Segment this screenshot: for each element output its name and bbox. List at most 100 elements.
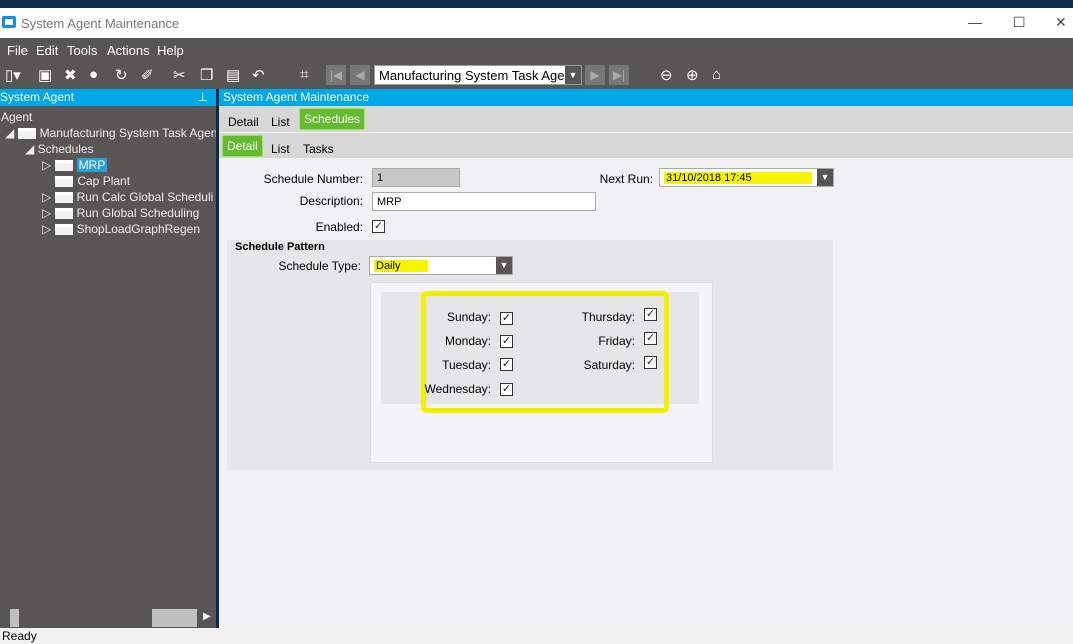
tree-root[interactable]: Agent [1, 110, 32, 124]
title-bar: System Agent Maintenance — ☐ ✕ [0, 8, 1073, 38]
first-record-button[interactable]: |◀ [326, 65, 346, 85]
home-icon[interactable]: ⌂ [712, 66, 721, 83]
menu-actions[interactable]: Actions [107, 43, 150, 58]
day-label-monday: Monday: [444, 334, 491, 348]
day-label-tuesday: Tuesday: [442, 358, 491, 372]
menu-file[interactable]: File [7, 43, 28, 58]
schedule-type-label: Schedule Type: [278, 259, 361, 273]
tree-label: MRP [76, 158, 108, 172]
top-band [0, 0, 1073, 8]
folder-icon [54, 160, 73, 172]
menu-help[interactable]: Help [157, 43, 184, 58]
left-panel: System Agent ⊥ Agent ◢ Manufacturing Syst… [0, 89, 221, 628]
tree-label: Run Global Scheduling [76, 206, 200, 220]
status-text: Ready [2, 629, 37, 643]
day-checkbox-friday[interactable]: ✓ [644, 332, 657, 345]
day-checkbox-wednesday[interactable]: ✓ [500, 383, 513, 396]
record-nav-combo[interactable]: Manufacturing System Task Agen ▼ [374, 65, 582, 85]
main-tabs: Detail List Schedules [219, 106, 1073, 132]
day-checkbox-saturday[interactable]: ✓ [644, 356, 657, 369]
prev-record-button[interactable]: ◀ [350, 65, 370, 85]
last-record-button[interactable]: ▶| [609, 65, 629, 85]
day-checkbox-tuesday[interactable]: ✓ [500, 358, 513, 371]
delete-icon[interactable]: ✖ [64, 66, 77, 84]
day-checkbox-monday[interactable]: ✓ [500, 335, 513, 348]
subtab-detail[interactable]: Detail [222, 135, 263, 157]
tree-item-cap-plant[interactable]: Cap Plant [42, 174, 130, 188]
subtab-list[interactable]: List [271, 142, 290, 156]
tree-agent[interactable]: ◢ Manufacturing System Task Agent [5, 126, 221, 140]
chevron-down-icon[interactable]: ▼ [496, 257, 512, 274]
folder-icon [54, 192, 73, 204]
scroll-thumb-left[interactable] [10, 609, 19, 627]
next-run-value: 31/10/2018 17:45 [664, 172, 812, 184]
schedule-type-select[interactable]: Daily ▼ [369, 256, 513, 275]
enabled-checkbox[interactable]: ✓ [372, 220, 385, 233]
schedule-number-field: 1 [372, 168, 460, 187]
forward-icon[interactable]: ⊕ [686, 66, 699, 84]
right-panel: System Agent Maintenance Detail List Sch… [219, 89, 1073, 628]
record-nav-value: Manufacturing System Task Agen [379, 68, 572, 83]
next-record-button[interactable]: ▶ [585, 65, 605, 85]
refresh-icon[interactable]: ↻ [115, 66, 128, 84]
window-title: System Agent Maintenance [21, 16, 180, 31]
tree-label: Cap Plant [77, 174, 131, 188]
next-run-field[interactable]: 31/10/2018 17:45 ▼ [659, 168, 834, 187]
back-icon[interactable]: ⊖ [660, 66, 673, 84]
schedule-pattern-title: Schedule Pattern [235, 241, 325, 253]
tree-item-shopload[interactable]: ▷ ShopLoadGraphRegen [42, 222, 200, 236]
copy-icon[interactable]: ❐ [200, 66, 213, 84]
tree-label: ShopLoadGraphRegen [76, 222, 200, 236]
description-label: Description: [299, 194, 363, 208]
comment-icon[interactable]: ● [89, 66, 98, 83]
tree-item-run-global[interactable]: ▷ Run Global Scheduling [42, 206, 199, 220]
tree-label: Run Calc Global Scheduli [76, 190, 214, 204]
menu-bar: File Edit Tools Actions Help [0, 38, 1073, 62]
undo-icon[interactable]: ↶ [252, 66, 265, 84]
left-panel-header: System Agent ⊥ [0, 89, 216, 106]
clear-icon[interactable]: ✐ [141, 66, 154, 84]
tree-item-mrp[interactable]: ▷ MRP [42, 158, 108, 172]
tree-schedules[interactable]: ◢ Schedules [25, 142, 94, 156]
cut-icon[interactable]: ✂ [173, 66, 186, 84]
tree-label: Schedules [37, 142, 94, 156]
scroll-right-icon[interactable]: ▶ [203, 611, 211, 622]
save-icon[interactable]: ▣ [38, 66, 52, 84]
day-checkbox-sunday[interactable]: ✓ [500, 312, 513, 325]
paste-icon[interactable]: ▤ [226, 66, 240, 84]
horizontal-scrollbar[interactable]: ▶ [0, 609, 216, 628]
day-label-thursday: Thursday: [581, 310, 635, 324]
tab-list[interactable]: List [271, 115, 290, 129]
enabled-label: Enabled: [315, 220, 363, 234]
sub-tabs: Detail List Tasks [219, 132, 1073, 158]
tree-label: Manufacturing System Task Agent [39, 126, 221, 140]
chevron-down-icon[interactable]: ▼ [817, 169, 833, 186]
day-checkbox-thursday[interactable]: ✓ [644, 308, 657, 321]
tree-item-run-calc[interactable]: ▷ Run Calc Global Scheduli [42, 190, 213, 204]
search-icon[interactable]: ⌗ [300, 66, 308, 83]
minimize-button[interactable]: — [968, 14, 982, 30]
menu-edit[interactable]: Edit [36, 43, 58, 58]
scroll-thumb[interactable] [152, 609, 197, 627]
folder-icon [54, 208, 73, 220]
next-run-label: Next Run: [599, 172, 653, 186]
schedule-pattern-group: Schedule Pattern Schedule Type: Daily ▼ S… [227, 240, 833, 470]
folder-icon [54, 224, 73, 236]
chevron-down-icon[interactable]: ▼ [565, 66, 581, 84]
tab-detail[interactable]: Detail [228, 115, 259, 129]
folder-icon [17, 128, 36, 140]
day-label-wednesday: Wednesday: [424, 382, 492, 396]
subtab-tasks[interactable]: Tasks [303, 142, 334, 156]
app-icon [2, 16, 16, 28]
left-panel-title: System Agent [0, 90, 75, 104]
right-panel-header: System Agent Maintenance [219, 89, 1073, 106]
menu-tools[interactable]: Tools [67, 43, 97, 58]
tab-schedules[interactable]: Schedules [299, 108, 366, 130]
close-button[interactable]: ✕ [1055, 14, 1067, 31]
maximize-button[interactable]: ☐ [1013, 14, 1026, 31]
schedule-type-value: Daily [374, 260, 429, 272]
description-field[interactable]: MRP [372, 192, 596, 211]
day-label-sunday: Sunday: [446, 310, 491, 324]
pin-icon[interactable]: ⊥ [198, 90, 208, 104]
new-icon[interactable]: ▯▾ [5, 66, 21, 84]
